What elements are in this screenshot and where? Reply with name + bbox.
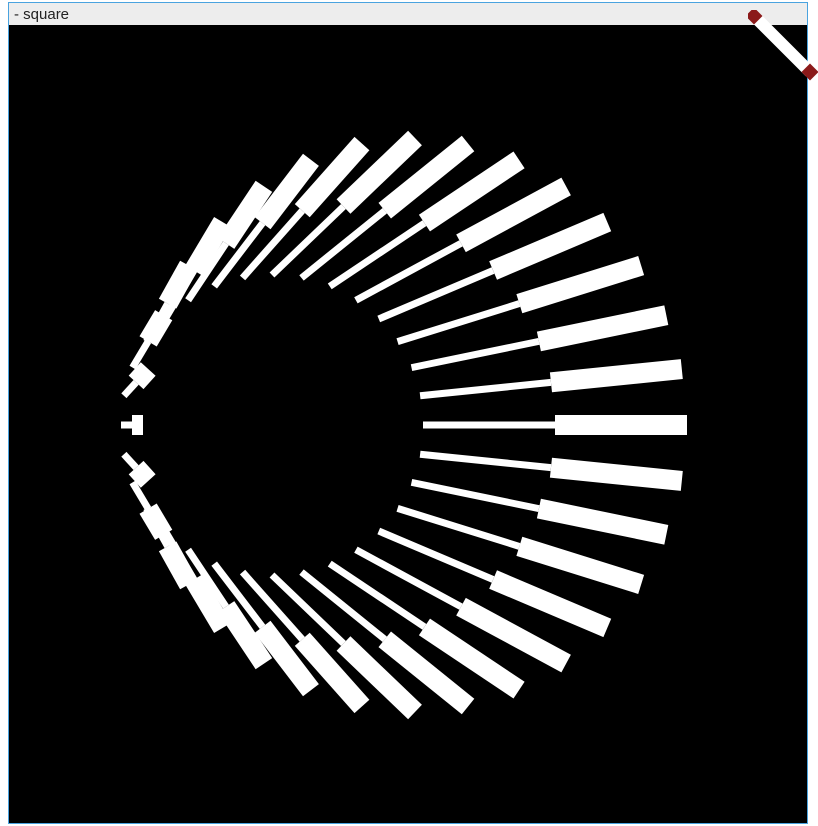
ray-inner-segment <box>121 421 132 429</box>
title-bar[interactable]: - square <box>9 3 807 25</box>
radial-tunnel-artwork <box>121 130 687 720</box>
ray-outer-segment <box>549 457 683 491</box>
ray-outer-segment <box>536 305 669 352</box>
ray-inner-segment <box>410 479 540 512</box>
ray-outer-segment <box>516 256 645 314</box>
ray-inner-segment <box>327 220 427 290</box>
ray-inner-segment <box>121 451 139 470</box>
ray-outer-segment <box>132 415 143 435</box>
ray-inner-segment <box>419 378 552 400</box>
resize-diagonal-icon[interactable] <box>748 10 818 82</box>
window-title: - square <box>14 6 70 23</box>
ray-outer-segment <box>158 541 198 590</box>
ray-inner-segment <box>419 450 552 472</box>
ray-outer-segment <box>549 359 683 393</box>
ray-inner-segment <box>299 569 387 642</box>
app-window: - square <box>8 2 808 824</box>
ray-outer-segment <box>536 498 669 545</box>
ray-outer-segment <box>555 415 687 435</box>
ray-outer-segment <box>516 536 645 594</box>
ray-inner-segment <box>299 208 387 281</box>
ray-inner-segment <box>410 338 540 371</box>
drawing-canvas[interactable] <box>9 25 807 823</box>
ray-inner-segment <box>327 560 427 630</box>
ray-inner-segment <box>423 421 555 429</box>
ray-inner-segment <box>121 380 139 399</box>
